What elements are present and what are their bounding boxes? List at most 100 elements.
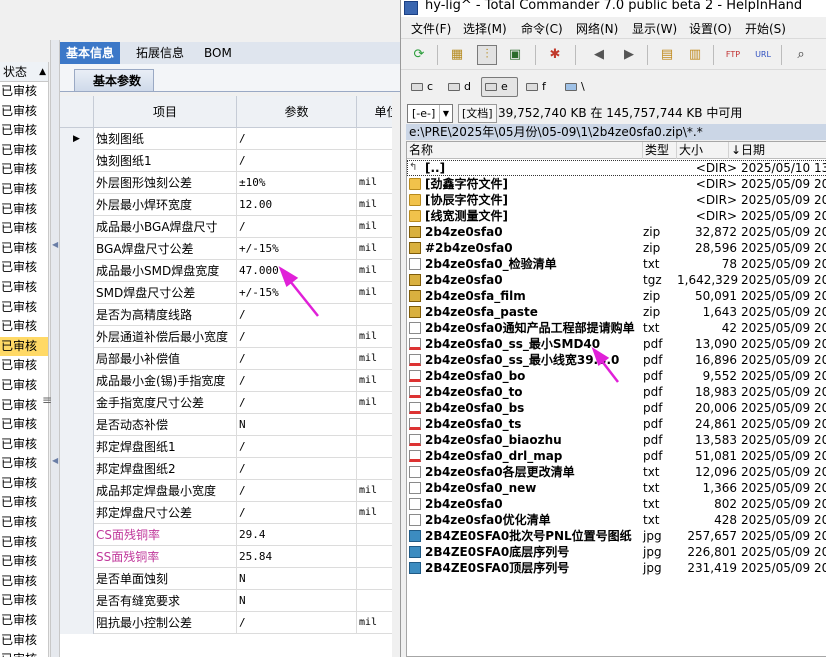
drive-label-button[interactable]: [文档] bbox=[458, 104, 497, 123]
ftp-icon[interactable]: FTP bbox=[723, 45, 743, 65]
status-cell[interactable]: 已审核 bbox=[0, 219, 48, 239]
status-cell[interactable]: 已审核 bbox=[0, 650, 48, 657]
param-value[interactable]: / bbox=[237, 326, 357, 348]
pack-icon[interactable]: ▤ bbox=[657, 45, 677, 65]
current-path[interactable]: e:\PRE\2025年\05月份\05-09\1\2b4ze0sfa0.zip… bbox=[406, 124, 826, 140]
status-cell[interactable]: 已审核 bbox=[0, 552, 48, 572]
param-value[interactable]: / bbox=[237, 150, 357, 172]
invert-selection-icon[interactable]: ✱ bbox=[545, 45, 565, 65]
menu-select[interactable]: 选择(M) bbox=[463, 20, 507, 37]
status-cell[interactable]: 已审核 bbox=[0, 298, 48, 318]
table-row[interactable]: 外层通道补偿后最小宽度 / mil bbox=[60, 326, 400, 348]
param-value[interactable]: / bbox=[237, 392, 357, 414]
param-value[interactable]: / bbox=[237, 128, 357, 150]
param-value[interactable]: / bbox=[237, 480, 357, 502]
status-cell[interactable]: 已审核 bbox=[0, 102, 48, 122]
row-indicator[interactable] bbox=[60, 370, 94, 392]
file-row[interactable]: [劲鑫字符文件] <DIR> 2025/05/09 20:5 bbox=[407, 176, 826, 192]
drive-c-button[interactable]: c bbox=[407, 77, 441, 97]
row-indicator[interactable] bbox=[60, 546, 94, 568]
status-cell[interactable]: 已审核 bbox=[0, 180, 48, 200]
detail-view-icon[interactable]: ⫶ bbox=[477, 45, 497, 65]
row-indicator[interactable] bbox=[60, 172, 94, 194]
param-value[interactable]: / bbox=[237, 458, 357, 480]
table-row[interactable]: 邦定焊盘图纸2/ bbox=[60, 458, 400, 480]
status-cell[interactable]: 已审核 bbox=[0, 572, 48, 592]
status-cell[interactable]: 已审核 bbox=[0, 160, 48, 180]
col-size-header[interactable]: 大小 bbox=[677, 142, 729, 159]
table-row[interactable]: SMD焊盘尺寸公差 +/-15% mil bbox=[60, 282, 400, 304]
status-cell[interactable]: 已审核 bbox=[0, 435, 48, 455]
table-row[interactable]: ▶ 蚀刻图纸 / bbox=[60, 128, 400, 150]
table-row[interactable]: 是否有缝宽要求 N bbox=[60, 590, 400, 612]
file-row[interactable]: 2b4ze0sfa0_drl_map pdf 51,081 2025/05/09 20… bbox=[407, 448, 826, 464]
row-indicator[interactable] bbox=[60, 436, 94, 458]
param-value[interactable]: N bbox=[237, 568, 357, 590]
row-indicator[interactable] bbox=[60, 480, 94, 502]
status-cell[interactable]: 已审核 bbox=[0, 141, 48, 161]
col-name-header[interactable]: 名称 bbox=[407, 142, 643, 159]
status-column-header[interactable]: 状态 ▲ bbox=[0, 62, 48, 82]
row-indicator[interactable] bbox=[60, 590, 94, 612]
status-cell[interactable]: 已审核 bbox=[0, 493, 48, 513]
status-cell[interactable]: 已审核 bbox=[0, 200, 48, 220]
status-cell[interactable]: 已审核 bbox=[0, 356, 48, 376]
row-indicator[interactable] bbox=[60, 260, 94, 282]
table-row[interactable]: 是否动态补偿 N bbox=[60, 414, 400, 436]
table-row[interactable]: BGA焊盘尺寸公差 +/-15% mil bbox=[60, 238, 400, 260]
panel-splitter[interactable]: ◀ ◀ ≡ bbox=[42, 40, 60, 657]
col-date-header[interactable]: ↓日期 bbox=[729, 142, 826, 159]
row-indicator[interactable]: ▶ bbox=[60, 128, 94, 150]
table-row[interactable]: 是否为高精度线路 / bbox=[60, 304, 400, 326]
table-row[interactable]: CS面残铜率 29.4 bbox=[60, 524, 400, 546]
status-cell[interactable]: 已审核 bbox=[0, 396, 48, 416]
status-cell[interactable]: 已审核 bbox=[0, 474, 48, 494]
file-row[interactable]: 2b4ze0sfa0 tgz 1,642,3292025/05/09 20:5 bbox=[407, 272, 826, 288]
unpack-icon[interactable]: ▥ bbox=[685, 45, 705, 65]
param-value[interactable]: +/-15% bbox=[237, 238, 357, 260]
file-row[interactable]: 2b4ze0sfa0_new txt 1,366 2025/05/09 20:4 bbox=[407, 480, 826, 496]
param-value[interactable]: 29.4 bbox=[237, 524, 357, 546]
row-indicator[interactable] bbox=[60, 150, 94, 172]
status-cell[interactable]: 已审核 bbox=[0, 611, 48, 631]
refresh-icon[interactable]: ⟳ bbox=[409, 45, 429, 65]
param-value[interactable]: / bbox=[237, 612, 357, 634]
col-type-header[interactable]: 类型 bbox=[643, 142, 677, 159]
file-row[interactable]: 2b4ze0sfa0优化清单 txt 428 2025/05/09 20:4 bbox=[407, 512, 826, 528]
row-indicator[interactable] bbox=[60, 326, 94, 348]
collapse-left-icon-2[interactable]: ◀ bbox=[52, 456, 58, 465]
file-row[interactable]: 2B4ZE0SFA0底层序列号 jpg 226,801 2025/05/09 20:0 bbox=[407, 544, 826, 560]
status-cell[interactable]: 已审核 bbox=[0, 415, 48, 435]
file-row[interactable]: 2b4ze0sfa_film zip 50,091 2025/05/09 20:5 bbox=[407, 288, 826, 304]
status-cell[interactable]: 已审核 bbox=[0, 278, 48, 298]
status-cell[interactable]: 已审核 bbox=[0, 533, 48, 553]
file-row[interactable]: 2B4ZE0SFA0批次号PNL位置号图纸 jpg 257,657 2025/05/0… bbox=[407, 528, 826, 544]
grid-scrollbar[interactable] bbox=[392, 96, 400, 657]
row-indicator[interactable] bbox=[60, 414, 94, 436]
chevron-down-icon[interactable]: ▼ bbox=[439, 105, 452, 122]
param-value[interactable]: +/-15% bbox=[237, 282, 357, 304]
table-row[interactable]: 外层图形蚀刻公差 ±10% mil bbox=[60, 172, 400, 194]
status-cell[interactable]: 已审核 bbox=[0, 376, 48, 396]
forward-icon[interactable]: ▶ bbox=[619, 45, 639, 65]
menu-start[interactable]: 开始(S) bbox=[745, 20, 786, 37]
splitter-grip-icon[interactable]: ≡ bbox=[42, 393, 52, 407]
file-row[interactable]: [协辰字符文件] <DIR> 2025/05/09 20:5 bbox=[407, 192, 826, 208]
file-row[interactable]: 2b4ze0sfa0 txt 802 2025/05/09 20:4 bbox=[407, 496, 826, 512]
table-row[interactable]: 成品最小BGA焊盘尺寸 / mil bbox=[60, 216, 400, 238]
row-indicator[interactable] bbox=[60, 194, 94, 216]
param-value[interactable]: / bbox=[237, 502, 357, 524]
status-cell[interactable]: 已审核 bbox=[0, 258, 48, 278]
param-value[interactable]: / bbox=[237, 370, 357, 392]
param-value[interactable]: ±10% bbox=[237, 172, 357, 194]
collapse-left-icon[interactable]: ◀ bbox=[52, 240, 58, 249]
row-indicator[interactable] bbox=[60, 612, 94, 634]
table-row[interactable]: 是否单面蚀刻 N bbox=[60, 568, 400, 590]
param-value[interactable]: N bbox=[237, 414, 357, 436]
file-row[interactable]: 2b4ze0sfa0_ss_最小线宽39.3.0 pdf 16,896 2025/05… bbox=[407, 352, 826, 368]
file-row[interactable]: 2b4ze0sfa0_ts pdf 24,861 2025/05/09 20:4 bbox=[407, 416, 826, 432]
subtab-basic-params[interactable]: 基本参数 bbox=[74, 69, 155, 91]
status-cell[interactable]: 已审核 bbox=[0, 239, 48, 259]
param-value[interactable]: N bbox=[237, 590, 357, 612]
row-indicator[interactable] bbox=[60, 502, 94, 524]
